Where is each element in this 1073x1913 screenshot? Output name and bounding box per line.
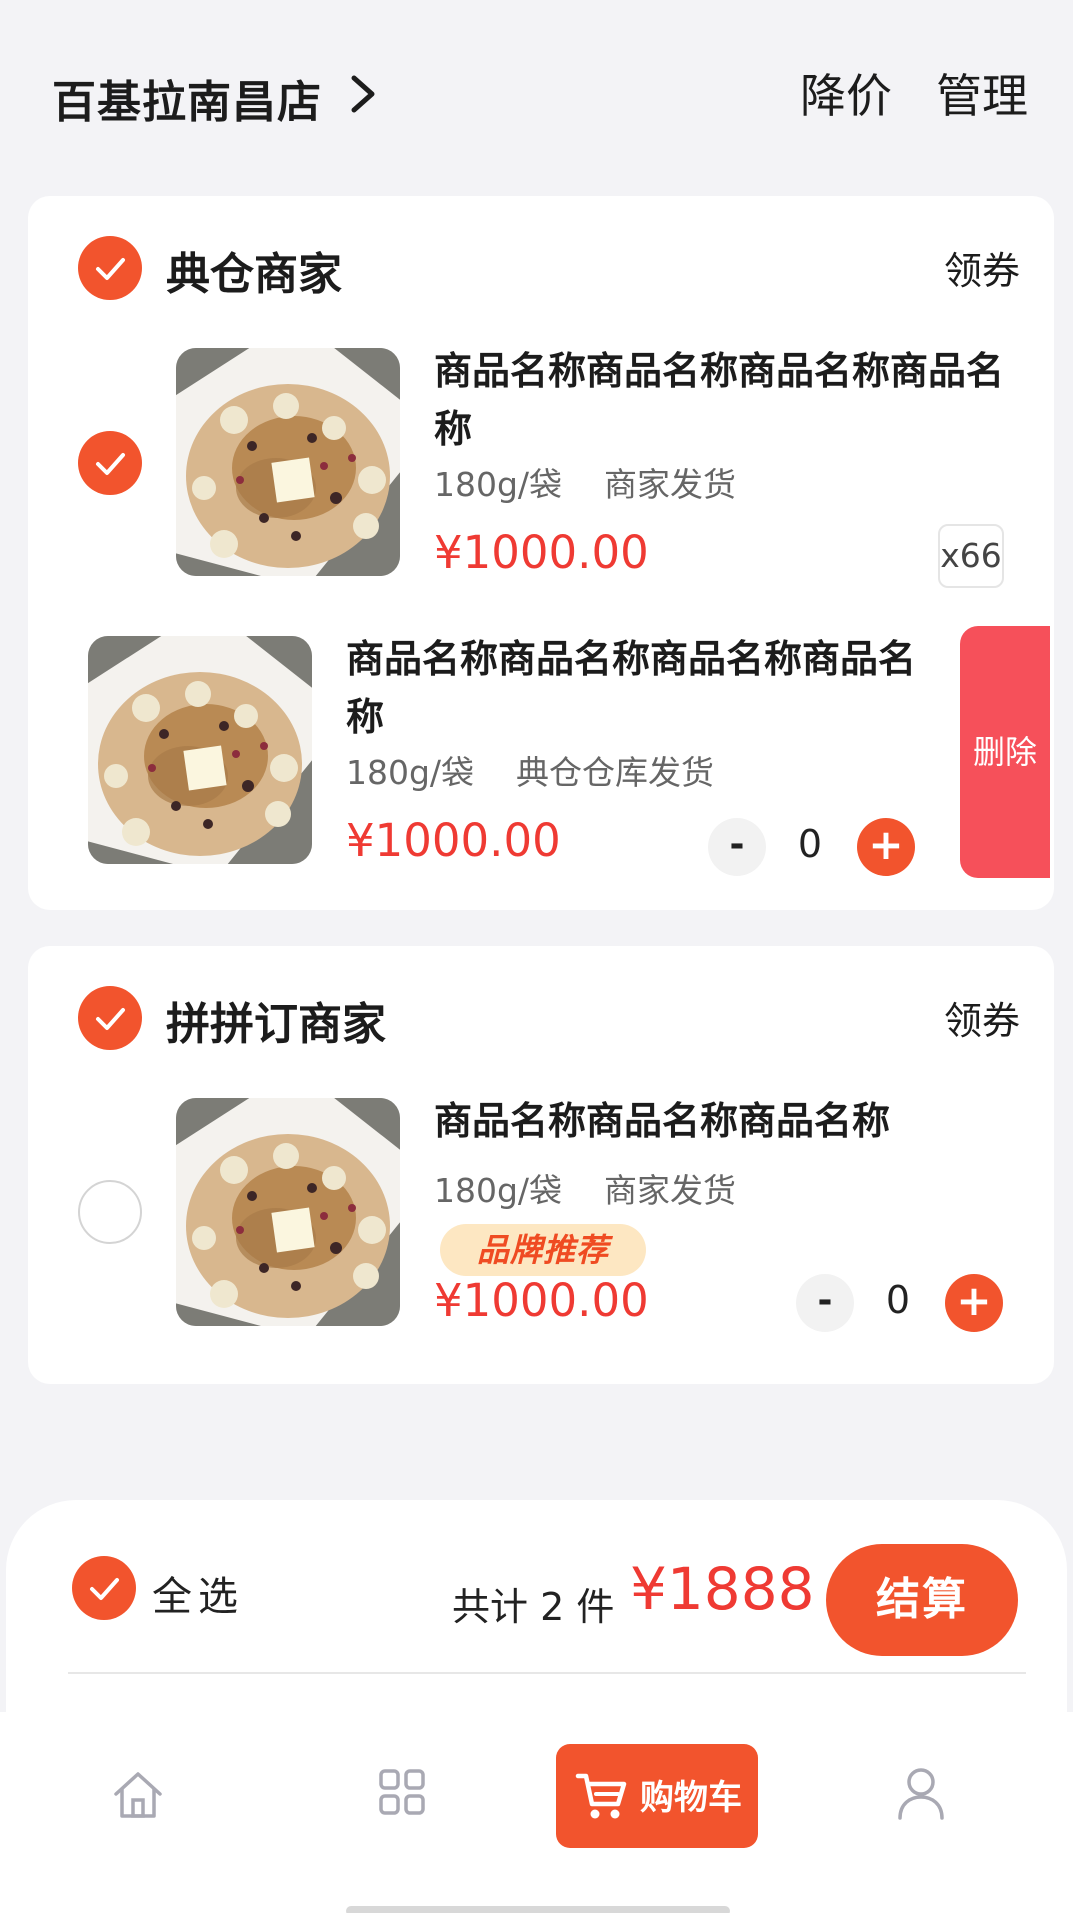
tab-cart[interactable]: 购物车: [556, 1744, 758, 1848]
increase-button[interactable]: +: [945, 1274, 1003, 1332]
merchant-card: 拼拼订商家 领券 商品名称商品名称商品名称 180g/袋 商家发货 ¥1000.…: [28, 946, 1054, 1384]
decrease-button[interactable]: -: [708, 818, 766, 876]
home-icon[interactable]: [112, 1770, 164, 1820]
merchant-card: 典仓商家 领券 商品名称商品名称商品名称商品名称 180g/袋 商家发货 ¥10…: [28, 196, 1054, 910]
check-icon: [96, 258, 125, 280]
merchant-checkbox[interactable]: [78, 236, 142, 300]
delete-button[interactable]: 删除: [960, 626, 1050, 878]
quantity-badge: x66: [938, 524, 1004, 588]
decrease-button[interactable]: -: [796, 1274, 854, 1332]
merchant-name: 拼拼订商家: [166, 999, 386, 1050]
select-all-checkbox[interactable]: [72, 1556, 136, 1620]
item-checkbox[interactable]: [78, 1180, 142, 1244]
chevron-right-icon[interactable]: [342, 72, 382, 116]
total-price: ¥1888: [630, 1555, 815, 1623]
product-price: ¥1000.00: [434, 1274, 649, 1327]
product-image[interactable]: [88, 636, 312, 864]
user-icon[interactable]: [896, 1766, 946, 1820]
grid-icon[interactable]: [378, 1768, 426, 1816]
product-price: ¥1000.00: [434, 526, 649, 579]
total-count: 共计 2 件: [452, 1585, 615, 1629]
product-name: 商品名称商品名称商品名称商品名称: [434, 349, 1005, 451]
page-header: 百基拉南昌店 降价 管理: [0, 0, 1073, 180]
increase-button[interactable]: +: [857, 818, 915, 876]
product-price: ¥1000.00: [346, 814, 561, 867]
check-icon: [90, 1578, 119, 1600]
product-name: 商品名称商品名称商品名称商品名称: [346, 637, 917, 739]
check-icon: [96, 1008, 125, 1030]
brand-recommend-badge: 品牌推荐: [440, 1224, 646, 1276]
home-indicator: [346, 1906, 730, 1913]
cart-icon: [575, 1773, 627, 1819]
check-icon: [96, 453, 125, 475]
select-all-label[interactable]: 全选: [152, 1564, 244, 1622]
product-name: 商品名称商品名称商品名称: [434, 1099, 891, 1143]
checkout-button[interactable]: 结算: [826, 1544, 1018, 1656]
price-drop-button[interactable]: 降价: [800, 60, 892, 126]
store-name[interactable]: 百基拉南昌店: [52, 66, 322, 130]
product-image[interactable]: [176, 1098, 400, 1326]
product-spec: 180g/袋 典仓仓库发货: [346, 753, 715, 792]
merchant-checkbox[interactable]: [78, 986, 142, 1050]
divider: [68, 1672, 1026, 1674]
coupon-button[interactable]: 领券: [944, 240, 1020, 295]
product-spec: 180g/袋 商家发货: [434, 1171, 737, 1210]
quantity-value: 0: [797, 822, 823, 866]
product-spec: 180g/袋 商家发货: [434, 465, 737, 504]
merchant-name: 典仓商家: [166, 249, 342, 300]
item-checkbox[interactable]: [78, 431, 142, 495]
tab-cart-label: 购物车: [640, 1778, 742, 1818]
coupon-button[interactable]: 领券: [944, 990, 1020, 1045]
product-image[interactable]: [176, 348, 400, 576]
manage-button[interactable]: 管理: [936, 60, 1028, 126]
quantity-value: 0: [885, 1278, 911, 1322]
